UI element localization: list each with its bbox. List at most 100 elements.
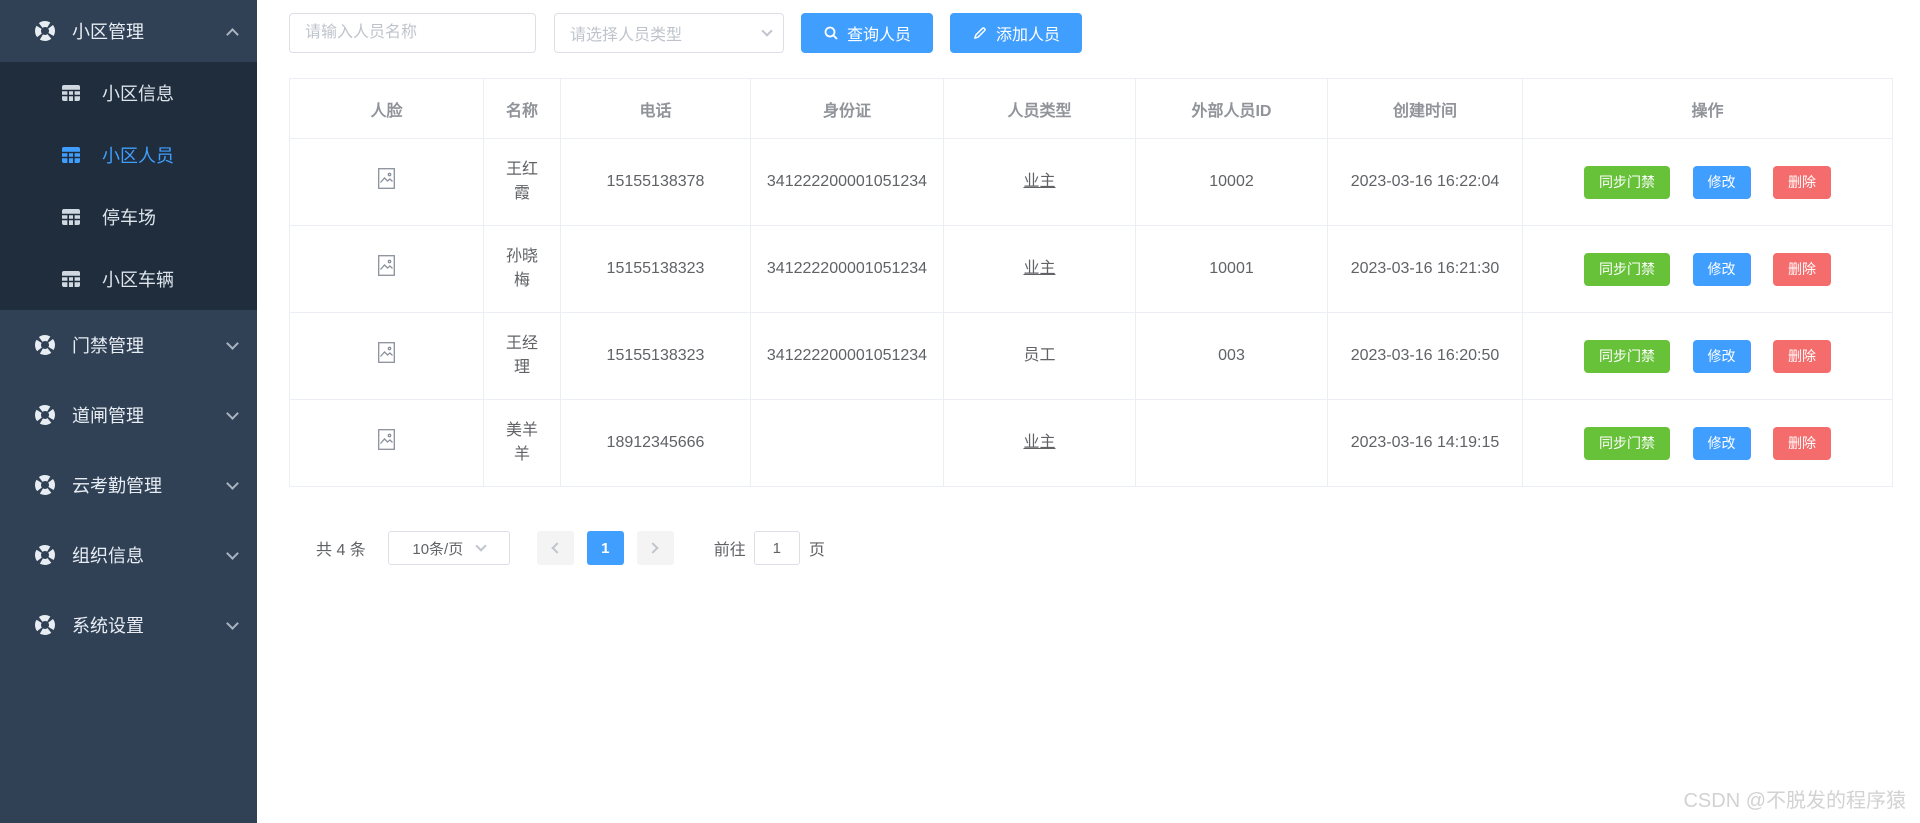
column-header-face: 人脸 — [289, 78, 484, 139]
edit-button[interactable]: 修改 — [1692, 252, 1751, 286]
sync-access-button[interactable]: 同步门禁 — [1584, 339, 1671, 373]
edit-pencil-icon — [972, 25, 988, 41]
table-grid-icon — [60, 209, 82, 225]
cell-actions: 同步门禁 修改 删除 — [1522, 225, 1893, 313]
delete-button[interactable]: 删除 — [1772, 165, 1831, 199]
person-type-select[interactable]: 请选择人员类型 — [554, 13, 784, 53]
cell-created-at: 2023-03-16 16:22:04 — [1327, 138, 1523, 226]
sidebar-item-parking-lot[interactable]: 停车场 — [0, 186, 257, 248]
sidebar-item-label: 小区信息 — [102, 84, 174, 104]
page-size-value: 10条/页 — [412, 540, 464, 558]
sync-access-button[interactable]: 同步门禁 — [1584, 165, 1671, 199]
chevron-down-icon — [226, 546, 239, 560]
edit-button[interactable]: 修改 — [1692, 165, 1751, 199]
sidebar-item-cloud-attendance-mgmt[interactable]: 云考勤管理 — [0, 450, 257, 520]
add-person-button[interactable]: 添加人员 — [950, 13, 1083, 53]
cell-phone: 15155138378 — [560, 138, 751, 226]
page-unit-label: 页 — [808, 542, 825, 559]
sidebar-item-community-vehicles[interactable]: 小区车辆 — [0, 248, 257, 310]
sidebar-submenu: 小区信息 小区人员 停车场 小区车辆 — [0, 62, 257, 310]
cell-face — [289, 399, 484, 487]
compass-icon — [34, 405, 56, 425]
personnel-table: 人脸 名称 电话 身份证 人员类型 外部人员ID 创建时间 操作 王红霞 151… — [289, 78, 1893, 487]
compass-icon — [34, 615, 56, 635]
sidebar-item-organization-info[interactable]: 组织信息 — [0, 520, 257, 590]
cell-face — [289, 225, 484, 313]
prev-page-button[interactable] — [536, 531, 574, 565]
sidebar-item-access-control-mgmt[interactable]: 门禁管理 — [0, 310, 257, 380]
sidebar-item-label: 小区车辆 — [102, 270, 174, 290]
sidebar-group-barrier-gate: 道闸管理 — [0, 380, 257, 450]
chevron-down-icon — [226, 406, 239, 420]
table-row: 美羊羊 18912345666 业主 2023-03-16 14:19:15 同… — [289, 399, 1893, 487]
column-header-actions: 操作 — [1522, 78, 1893, 139]
sidebar-item-community-info[interactable]: 小区信息 — [0, 62, 257, 124]
sync-access-button[interactable]: 同步门禁 — [1584, 426, 1671, 460]
sidebar-group-system-settings: 系统设置 — [0, 590, 257, 660]
sidebar-group-community-mgmt: 小区管理 小区信息 小区人员 停车场 小区车辆 — [0, 0, 257, 310]
compass-icon — [34, 475, 56, 495]
delete-button[interactable]: 删除 — [1772, 252, 1831, 286]
chevron-down-icon — [475, 540, 487, 552]
watermark: CSDN @不脱发的程序猿 — [1683, 790, 1906, 812]
sidebar: 小区管理 小区信息 小区人员 停车场 小区车辆 门禁管理 道闸管理 云考勤管理 … — [0, 0, 257, 823]
image-placeholder-icon — [378, 428, 395, 450]
cell-actions: 同步门禁 修改 删除 — [1522, 399, 1893, 487]
cell-actions: 同步门禁 修改 删除 — [1522, 312, 1893, 400]
cell-created-at: 2023-03-16 16:21:30 — [1327, 225, 1523, 313]
search-icon — [823, 25, 839, 41]
table-grid-icon — [60, 147, 82, 163]
sidebar-item-system-settings[interactable]: 系统设置 — [0, 590, 257, 660]
pagination-total: 共 4 条 — [316, 542, 366, 559]
column-header-phone: 电话 — [560, 78, 751, 139]
image-placeholder-icon — [378, 341, 395, 363]
sidebar-item-label: 门禁管理 — [72, 336, 144, 356]
sidebar-item-label: 云考勤管理 — [72, 476, 162, 496]
column-header-idcard: 身份证 — [750, 78, 944, 139]
table-row: 王经理 15155138323 341222200001051234 员工 00… — [289, 312, 1893, 400]
cell-person-type: 员工 — [943, 312, 1136, 400]
sidebar-item-label: 组织信息 — [72, 546, 144, 566]
cell-external-id: 10002 — [1135, 138, 1328, 226]
sidebar-item-community-mgmt[interactable]: 小区管理 — [0, 0, 257, 62]
goto-label: 前往 — [713, 542, 746, 559]
delete-button[interactable]: 删除 — [1772, 339, 1831, 373]
delete-button[interactable]: 删除 — [1772, 426, 1831, 460]
table-row: 孙晓梅 15155138323 341222200001051234 业主 10… — [289, 225, 1893, 313]
sidebar-group-access-control: 门禁管理 — [0, 310, 257, 380]
cell-name: 王经理 — [483, 312, 561, 400]
cell-idcard: 341222200001051234 — [750, 225, 944, 313]
search-person-button[interactable]: 查询人员 — [801, 13, 934, 53]
edit-button[interactable]: 修改 — [1692, 426, 1751, 460]
page-number-button[interactable]: 1 — [586, 531, 624, 565]
cell-idcard — [750, 399, 944, 487]
cell-created-at: 2023-03-16 16:20:50 — [1327, 312, 1523, 400]
sidebar-item-label: 停车场 — [102, 208, 156, 228]
main-content: 请选择人员类型 查询人员 添加人员 — [257, 0, 1920, 823]
goto-page-input[interactable] — [753, 531, 800, 565]
cell-phone: 18912345666 — [560, 399, 751, 487]
cell-external-id: 10001 — [1135, 225, 1328, 313]
sidebar-item-label: 道闸管理 — [72, 406, 144, 426]
compass-icon — [34, 21, 56, 41]
compass-icon — [34, 545, 56, 565]
cell-external-id: 003 — [1135, 312, 1328, 400]
next-page-button[interactable] — [636, 531, 674, 565]
person-name-input[interactable] — [289, 13, 536, 53]
sidebar-item-label: 小区人员 — [102, 146, 174, 166]
sidebar-item-barrier-gate-mgmt[interactable]: 道闸管理 — [0, 380, 257, 450]
cell-person-type: 业主 — [943, 225, 1136, 313]
table-row: 王红霞 15155138378 341222200001051234 业主 10… — [289, 138, 1893, 226]
cell-face — [289, 138, 484, 226]
chevron-down-icon — [761, 25, 773, 37]
sidebar-group-cloud-attendance: 云考勤管理 — [0, 450, 257, 520]
column-header-name: 名称 — [483, 78, 561, 139]
edit-button[interactable]: 修改 — [1692, 339, 1751, 373]
sync-access-button[interactable]: 同步门禁 — [1584, 252, 1671, 286]
compass-icon — [34, 335, 56, 355]
cell-created-at: 2023-03-16 14:19:15 — [1327, 399, 1523, 487]
sidebar-item-community-personnel[interactable]: 小区人员 — [0, 124, 257, 186]
cell-person-type: 业主 — [943, 138, 1136, 226]
cell-idcard: 341222200001051234 — [750, 138, 944, 226]
page-size-select[interactable]: 10条/页 — [387, 531, 510, 565]
